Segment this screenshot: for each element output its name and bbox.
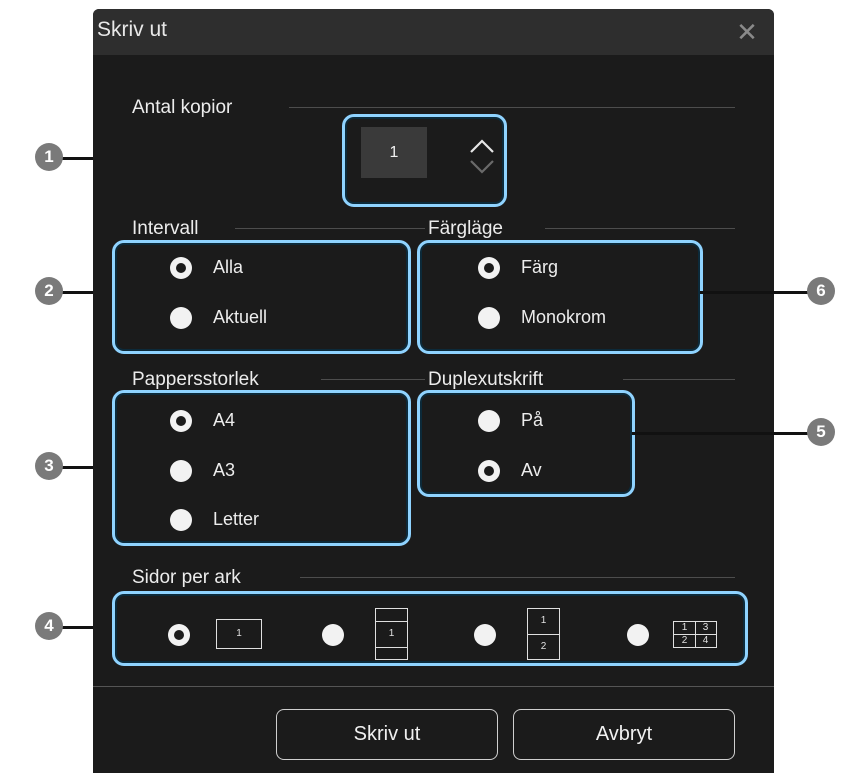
paper-option-label: Letter [213,509,260,529]
callout-line-5 [632,432,814,435]
color-radio-mono[interactable] [478,307,500,329]
pages-per-sheet-label: Sidor per ark [132,567,241,588]
pages-per-sheet-highlight [112,591,748,666]
decrement-icon[interactable] [468,156,496,178]
cancel-button[interactable]: Avbryt [513,709,735,760]
duplex-radio-off[interactable] [478,460,500,482]
pps-cell: 1 [681,622,688,633]
pps-cell: 3 [702,622,709,633]
pps-radio-1-portrait[interactable] [322,624,344,646]
pps-radio-2[interactable] [474,624,496,646]
pages-per-sheet-divider [300,577,735,578]
increment-icon[interactable] [468,136,496,158]
pps-layout-4-icon: 1 3 2 4 [673,621,717,648]
callout-badge-2: 2 [35,277,63,305]
pps-cell: 2 [540,641,547,652]
pps-radio-4[interactable] [627,624,649,646]
pps-cell: 1 [236,628,242,639]
pps-layout-1-icon: 1 [216,619,262,649]
pps-radio-1[interactable] [168,624,190,646]
duplex-divider [623,379,735,380]
color-mode-highlight [417,240,703,354]
callout-badge-5: 5 [807,418,835,446]
paper-size-divider [321,379,425,380]
copies-input[interactable]: 1 [361,127,427,178]
duplex-radio-on[interactable] [478,410,500,432]
paper-size-highlight [112,390,411,546]
color-radio-color[interactable] [478,257,500,279]
paper-option-label: A3 [213,460,236,480]
color-option-label: Färg [521,257,559,277]
copies-divider [289,107,735,108]
pps-cell: 4 [702,635,709,646]
color-mode-label: Färgläge [428,218,503,239]
callout-line-6 [700,291,814,294]
pps-cell: 2 [681,635,688,646]
range-radio-all[interactable] [170,257,192,279]
pps-cell: 1 [388,628,395,639]
print-dialog: Skriv ut ✕ Antal kopior 1 Intervall Alla… [93,9,774,773]
callout-badge-3: 3 [35,452,63,480]
color-mode-divider [545,228,735,229]
duplex-label: Duplexutskrift [428,369,544,390]
range-option-label: Aktuell [213,307,268,327]
paper-option-label: A4 [213,410,236,430]
range-divider [235,228,425,229]
callout-badge-1: 1 [35,143,63,171]
close-icon[interactable]: ✕ [735,17,759,47]
range-label: Intervall [132,218,199,239]
paper-radio-a3[interactable] [170,460,192,482]
range-highlight [112,240,411,354]
title-bar: Skriv ut ✕ [93,9,774,55]
dialog-title: Skriv ut [97,18,168,41]
range-radio-current[interactable] [170,307,192,329]
pps-layout-1-portrait-icon: 1 [375,608,408,660]
paper-radio-letter[interactable] [170,509,192,531]
pps-cell: 1 [540,615,547,626]
print-button[interactable]: Skriv ut [276,709,498,760]
duplex-option-label: Av [521,460,542,480]
callout-badge-6: 6 [807,277,835,305]
callout-badge-4: 4 [35,612,63,640]
pps-layout-2-icon: 1 2 [527,608,560,660]
footer-divider [93,686,774,687]
paper-size-label: Pappersstorlek [132,369,259,390]
duplex-option-label: På [521,410,544,430]
copies-label: Antal kopior [132,97,233,118]
color-option-label: Monokrom [521,307,607,327]
range-option-label: Alla [213,257,244,277]
paper-radio-a4[interactable] [170,410,192,432]
